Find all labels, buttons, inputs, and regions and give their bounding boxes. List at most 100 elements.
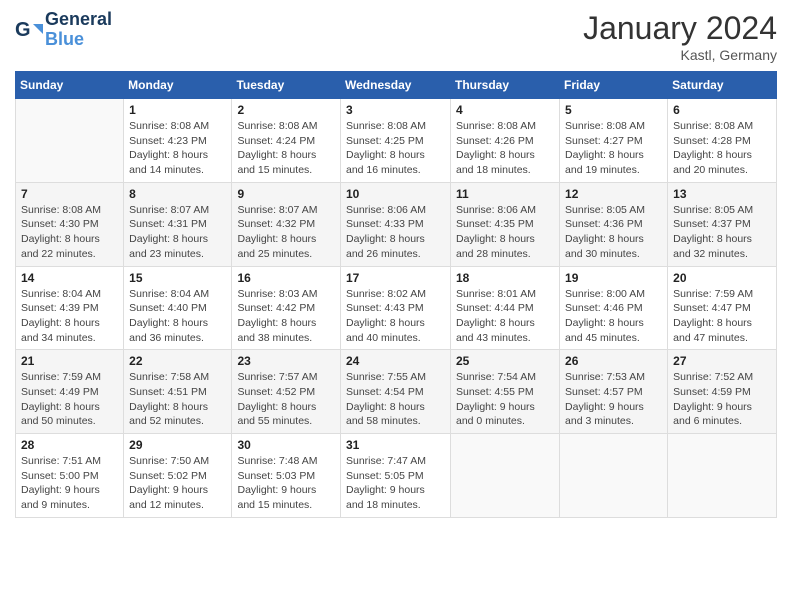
day-info: Sunrise: 8:07 AM Sunset: 4:32 PM Dayligh…: [237, 203, 335, 262]
day-info: Sunrise: 7:48 AM Sunset: 5:03 PM Dayligh…: [237, 454, 335, 513]
day-number: 12: [565, 187, 662, 201]
calendar-table: Sunday Monday Tuesday Wednesday Thursday…: [15, 71, 777, 518]
col-saturday: Saturday: [668, 72, 777, 99]
day-info: Sunrise: 8:04 AM Sunset: 4:40 PM Dayligh…: [129, 287, 226, 346]
day-info: Sunrise: 8:00 AM Sunset: 4:46 PM Dayligh…: [565, 287, 662, 346]
day-info: Sunrise: 8:07 AM Sunset: 4:31 PM Dayligh…: [129, 203, 226, 262]
day-number: 15: [129, 271, 226, 285]
day-info: Sunrise: 7:58 AM Sunset: 4:51 PM Dayligh…: [129, 370, 226, 429]
day-number: 13: [673, 187, 771, 201]
calendar-cell: 18 Sunrise: 8:01 AM Sunset: 4:44 PM Dayli…: [451, 266, 560, 350]
calendar-cell: 29 Sunrise: 7:50 AM Sunset: 5:02 PM Dayli…: [124, 434, 232, 518]
calendar-cell: 28Sunrise: 7:51 AM Sunset: 5:00 PM Dayli…: [16, 434, 124, 518]
col-monday: Monday: [124, 72, 232, 99]
calendar-cell: 17 Sunrise: 8:02 AM Sunset: 4:43 PM Dayli…: [341, 266, 451, 350]
day-info: Sunrise: 8:03 AM Sunset: 4:42 PM Dayligh…: [237, 287, 335, 346]
calendar-cell: 20 Sunrise: 7:59 AM Sunset: 4:47 PM Dayli…: [668, 266, 777, 350]
calendar-cell: 22Sunrise: 7:58 AM Sunset: 4:51 PM Dayli…: [124, 350, 232, 434]
calendar-cell: [668, 434, 777, 518]
day-number: 20: [673, 271, 771, 285]
calendar-cell: 31 Sunrise: 7:47 AM Sunset: 5:05 PM Dayli…: [341, 434, 451, 518]
week-row-3: 14Sunrise: 8:04 AM Sunset: 4:39 PM Dayli…: [16, 266, 777, 350]
logo-text-line2: Blue: [45, 30, 112, 50]
day-info: Sunrise: 8:06 AM Sunset: 4:35 PM Dayligh…: [456, 203, 554, 262]
day-info: Sunrise: 8:05 AM Sunset: 4:36 PM Dayligh…: [565, 203, 662, 262]
calendar-cell: 19Sunrise: 8:00 AM Sunset: 4:46 PM Dayli…: [560, 266, 668, 350]
page-container: G General Blue January 2024 Kastl, Germa…: [0, 0, 792, 528]
day-number: 10: [346, 187, 445, 201]
day-number: 3: [346, 103, 445, 117]
day-number: 30: [237, 438, 335, 452]
day-info: Sunrise: 7:57 AM Sunset: 4:52 PM Dayligh…: [237, 370, 335, 429]
day-info: Sunrise: 8:08 AM Sunset: 4:27 PM Dayligh…: [565, 119, 662, 178]
location: Kastl, Germany: [583, 47, 777, 63]
calendar-cell: 13 Sunrise: 8:05 AM Sunset: 4:37 PM Dayli…: [668, 182, 777, 266]
calendar-cell: 23 Sunrise: 7:57 AM Sunset: 4:52 PM Dayli…: [232, 350, 341, 434]
day-number: 17: [346, 271, 445, 285]
day-number: 7: [21, 187, 118, 201]
day-number: 24: [346, 354, 445, 368]
day-info: Sunrise: 8:02 AM Sunset: 4:43 PM Dayligh…: [346, 287, 445, 346]
week-row-4: 21Sunrise: 7:59 AM Sunset: 4:49 PM Dayli…: [16, 350, 777, 434]
calendar-cell: 25Sunrise: 7:54 AM Sunset: 4:55 PM Dayli…: [451, 350, 560, 434]
calendar-cell: 5 Sunrise: 8:08 AM Sunset: 4:27 PM Daylig…: [560, 99, 668, 183]
day-info: Sunrise: 7:47 AM Sunset: 5:05 PM Dayligh…: [346, 454, 445, 513]
day-number: 25: [456, 354, 554, 368]
day-number: 27: [673, 354, 771, 368]
day-info: Sunrise: 8:08 AM Sunset: 4:26 PM Dayligh…: [456, 119, 554, 178]
title-area: January 2024 Kastl, Germany: [583, 10, 777, 63]
calendar-cell: 12 Sunrise: 8:05 AM Sunset: 4:36 PM Dayli…: [560, 182, 668, 266]
day-info: Sunrise: 7:59 AM Sunset: 4:49 PM Dayligh…: [21, 370, 118, 429]
calendar-cell: 27 Sunrise: 7:52 AM Sunset: 4:59 PM Dayli…: [668, 350, 777, 434]
day-number: 31: [346, 438, 445, 452]
calendar-cell: 6Sunrise: 8:08 AM Sunset: 4:28 PM Daylig…: [668, 99, 777, 183]
col-tuesday: Tuesday: [232, 72, 341, 99]
day-info: Sunrise: 7:55 AM Sunset: 4:54 PM Dayligh…: [346, 370, 445, 429]
week-row-1: 1 Sunrise: 8:08 AM Sunset: 4:23 PM Daylig…: [16, 99, 777, 183]
calendar-cell: 9 Sunrise: 8:07 AM Sunset: 4:32 PM Daylig…: [232, 182, 341, 266]
day-number: 2: [237, 103, 335, 117]
calendar-cell: 21Sunrise: 7:59 AM Sunset: 4:49 PM Dayli…: [16, 350, 124, 434]
col-thursday: Thursday: [451, 72, 560, 99]
logo: G General Blue: [15, 10, 112, 50]
calendar-cell: 14Sunrise: 8:04 AM Sunset: 4:39 PM Dayli…: [16, 266, 124, 350]
calendar-cell: 24 Sunrise: 7:55 AM Sunset: 4:54 PM Dayli…: [341, 350, 451, 434]
calendar-cell: 8 Sunrise: 8:07 AM Sunset: 4:31 PM Daylig…: [124, 182, 232, 266]
day-info: Sunrise: 8:05 AM Sunset: 4:37 PM Dayligh…: [673, 203, 771, 262]
calendar-cell: 16 Sunrise: 8:03 AM Sunset: 4:42 PM Dayli…: [232, 266, 341, 350]
logo-icon: G: [15, 16, 43, 44]
day-info: Sunrise: 7:59 AM Sunset: 4:47 PM Dayligh…: [673, 287, 771, 346]
calendar-cell: 10 Sunrise: 8:06 AM Sunset: 4:33 PM Dayli…: [341, 182, 451, 266]
calendar-cell: 1 Sunrise: 8:08 AM Sunset: 4:23 PM Daylig…: [124, 99, 232, 183]
day-info: Sunrise: 8:06 AM Sunset: 4:33 PM Dayligh…: [346, 203, 445, 262]
calendar-cell: 15 Sunrise: 8:04 AM Sunset: 4:40 PM Dayli…: [124, 266, 232, 350]
header: G General Blue January 2024 Kastl, Germa…: [15, 10, 777, 63]
calendar-cell: [16, 99, 124, 183]
day-info: Sunrise: 8:08 AM Sunset: 4:25 PM Dayligh…: [346, 119, 445, 178]
calendar-cell: [560, 434, 668, 518]
day-number: 28: [21, 438, 118, 452]
calendar-cell: 11 Sunrise: 8:06 AM Sunset: 4:35 PM Dayli…: [451, 182, 560, 266]
month-title: January 2024: [583, 10, 777, 47]
week-row-5: 28Sunrise: 7:51 AM Sunset: 5:00 PM Dayli…: [16, 434, 777, 518]
day-info: Sunrise: 8:08 AM Sunset: 4:23 PM Dayligh…: [129, 119, 226, 178]
day-info: Sunrise: 7:50 AM Sunset: 5:02 PM Dayligh…: [129, 454, 226, 513]
calendar-cell: [451, 434, 560, 518]
day-number: 29: [129, 438, 226, 452]
day-number: 18: [456, 271, 554, 285]
day-number: 16: [237, 271, 335, 285]
svg-text:G: G: [15, 19, 31, 41]
calendar-cell: 30 Sunrise: 7:48 AM Sunset: 5:03 PM Dayli…: [232, 434, 341, 518]
day-info: Sunrise: 7:52 AM Sunset: 4:59 PM Dayligh…: [673, 370, 771, 429]
day-number: 9: [237, 187, 335, 201]
day-info: Sunrise: 7:53 AM Sunset: 4:57 PM Dayligh…: [565, 370, 662, 429]
calendar-cell: 3 Sunrise: 8:08 AM Sunset: 4:25 PM Daylig…: [341, 99, 451, 183]
day-number: 5: [565, 103, 662, 117]
calendar-cell: 26Sunrise: 7:53 AM Sunset: 4:57 PM Dayli…: [560, 350, 668, 434]
day-number: 1: [129, 103, 226, 117]
day-info: Sunrise: 8:01 AM Sunset: 4:44 PM Dayligh…: [456, 287, 554, 346]
day-number: 8: [129, 187, 226, 201]
day-number: 11: [456, 187, 554, 201]
day-number: 23: [237, 354, 335, 368]
day-number: 6: [673, 103, 771, 117]
